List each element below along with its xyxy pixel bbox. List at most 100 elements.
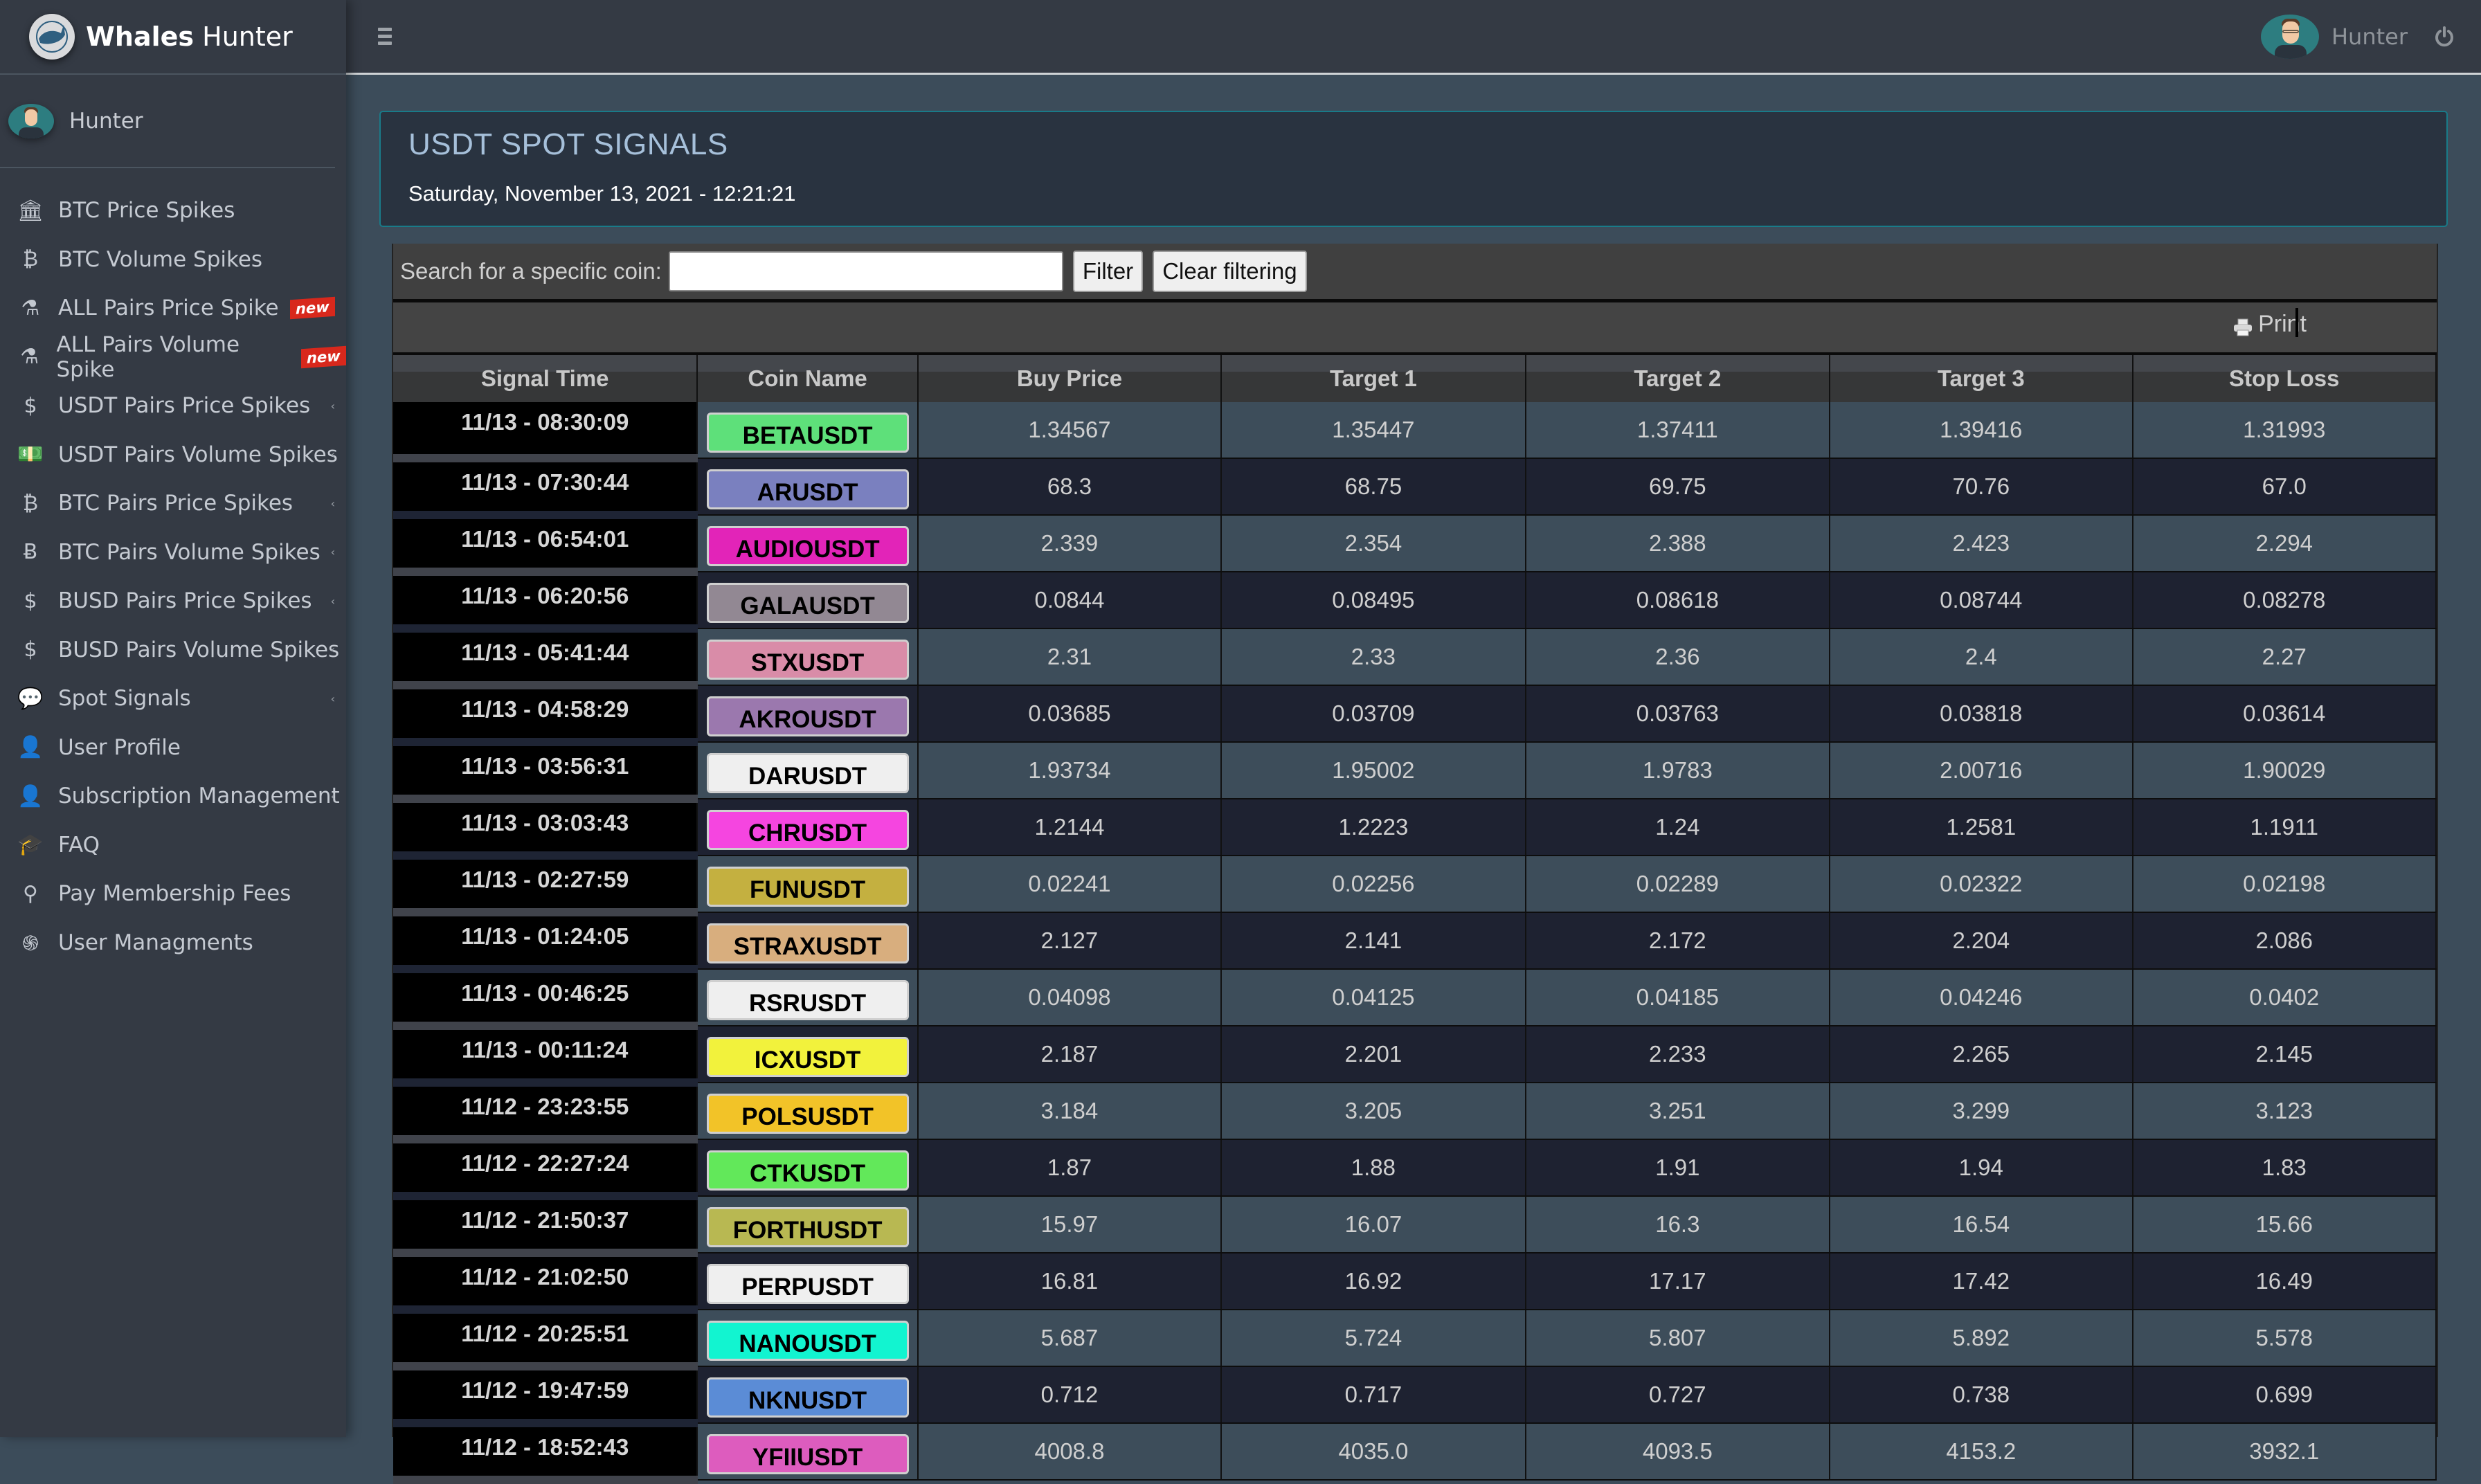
buy-price: 2.187	[917, 1026, 1223, 1083]
sidebar-item-btc-pairs-volume-spikes[interactable]: Ƀ BTC Pairs Volume Spikes ‹	[0, 528, 346, 577]
user-menu[interactable]: Hunter	[2260, 14, 2455, 60]
buy-price: 1.93734	[917, 742, 1223, 799]
sidebar-item-label: FAQ	[58, 832, 100, 858]
coin-badge[interactable]: CTKUSDT	[706, 1150, 909, 1191]
coin-badge[interactable]: RSRUSDT	[706, 980, 909, 1020]
sidebar-item-btc-pairs-price-spikes[interactable]: ₿ BTC Pairs Price Spikes ‹	[0, 479, 346, 528]
sidebar-item-pay-membership-fees[interactable]: ⚲ Pay Membership Fees	[0, 869, 346, 919]
sidebar-item-label: BTC Price Spikes	[58, 198, 235, 224]
table-row: 11/12 - 18:52:43 YFIIUSDT 4008.8 4035.0 4093…	[393, 1423, 2437, 1484]
banknote-icon: 💵	[17, 442, 44, 467]
target-3: 0.738	[1830, 1366, 2133, 1424]
sidebar-item-all-pairs-volume-spike[interactable]: ⚗ ALL Pairs Volume Spike new	[0, 332, 346, 382]
sidebar-item-busd-pairs-price-spikes[interactable]: $ BUSD Pairs Price Spikes ‹	[0, 577, 346, 626]
buy-price: 0.04098	[917, 969, 1223, 1026]
stop-loss: 3.123	[2132, 1083, 2437, 1140]
bitcoin-icon: Ƀ	[23, 540, 38, 565]
coin-badge[interactable]: ARUSDT	[706, 469, 909, 509]
signal-time: 11/13 - 00:46:25	[393, 969, 698, 1030]
stop-loss: 67.0	[2132, 458, 2437, 516]
target-1: 1.2223	[1221, 799, 1526, 856]
stop-loss: 0.08278	[2132, 572, 2437, 629]
column-header-target-2[interactable]: Target 2	[1525, 355, 1831, 402]
column-header-coin-name[interactable]: Coin Name	[697, 355, 919, 402]
stop-loss: 0.03614	[2132, 685, 2437, 743]
table-row: 11/13 - 02:27:59 FUNUSDT 0.02241 0.02256 0.0…	[393, 856, 2437, 916]
sidebar-item-faq[interactable]: 🎓 FAQ	[0, 821, 346, 870]
target-3: 16.54	[1830, 1196, 2133, 1254]
filter-button[interactable]: Filter	[1072, 251, 1144, 292]
column-header-target-1[interactable]: Target 1	[1221, 355, 1526, 402]
sidebar-item-user-profile[interactable]: 👤 User Profile	[0, 723, 346, 772]
stop-loss: 15.66	[2132, 1196, 2437, 1254]
printer-icon	[2233, 316, 2253, 336]
sidebar-item-busd-pairs-volume-spikes[interactable]: $ BUSD Pairs Volume Spikes ‹	[0, 626, 346, 675]
stop-loss: 16.49	[2132, 1253, 2437, 1310]
target-2: 4093.5	[1525, 1423, 1831, 1481]
coin-badge[interactable]: NKNUSDT	[706, 1377, 909, 1418]
angle-left-icon: ‹	[330, 545, 335, 559]
coin-badge[interactable]: GALAUSDT	[706, 583, 909, 623]
table-row: 11/12 - 22:27:24 CTKUSDT 1.87 1.88 1.91 1.94 1…	[393, 1139, 2437, 1200]
target-3: 3.299	[1830, 1083, 2133, 1140]
signal-time: 11/13 - 03:03:43	[393, 799, 698, 860]
target-3: 0.08744	[1830, 572, 2133, 629]
coin-badge[interactable]: POLSUSDT	[706, 1094, 909, 1134]
coin-cell: RSRUSDT	[697, 969, 919, 1026]
coin-badge[interactable]: DARUSDT	[706, 753, 909, 793]
coin-cell: CHRUSDT	[697, 799, 919, 856]
brand[interactable]: Whales Hunter	[0, 0, 346, 75]
column-header-stop-loss[interactable]: Stop Loss	[2132, 355, 2437, 402]
dollar-icon: $	[24, 588, 37, 613]
coin-badge[interactable]: YFIIUSDT	[706, 1434, 909, 1474]
coin-cell: GALAUSDT	[697, 572, 919, 629]
coin-search-input[interactable]	[668, 251, 1063, 291]
menu-toggle-icon[interactable]	[378, 28, 392, 48]
sidebar-item-all-pairs-price-spike[interactable]: ⚗ ALL Pairs Price Spike new	[0, 284, 346, 333]
page-date: Saturday, November 13, 2021 - 12:21:21	[408, 181, 796, 206]
coin-badge[interactable]: STXUSDT	[706, 640, 909, 680]
coin-badge[interactable]: BETAUSDT	[706, 413, 909, 453]
sidebar-item-spot-signals[interactable]: 💬 Spot Signals ‹	[0, 674, 346, 723]
power-icon[interactable]	[2434, 26, 2455, 47]
table-row: 11/12 - 23:23:55 POLSUSDT 3.184 3.205 3.251 3…	[393, 1083, 2437, 1143]
coin-badge[interactable]: NANOUSDT	[706, 1321, 909, 1361]
stop-loss: 1.1911	[2132, 799, 2437, 856]
sidebar-item-btc-volume-spikes[interactable]: ₿ BTC Volume Spikes	[0, 235, 346, 284]
clear-filtering-button[interactable]: Clear filtering	[1153, 251, 1307, 292]
column-header-target-3[interactable]: Target 3	[1830, 355, 2133, 402]
print-bar: Print	[393, 302, 2437, 355]
sidebar-item-usdt-pairs-volume-spikes[interactable]: 💵 USDT Pairs Volume Spikes ‹	[0, 431, 346, 480]
target-2: 2.388	[1525, 515, 1831, 572]
table-row: 11/12 - 20:25:51 NANOUSDT 5.687 5.724 5.807 5…	[393, 1310, 2437, 1370]
coin-badge[interactable]: CHRUSDT	[706, 810, 909, 850]
signal-time: 11/13 - 06:20:56	[393, 572, 698, 633]
stop-loss: 0.0402	[2132, 969, 2437, 1026]
target-2: 3.251	[1525, 1083, 1831, 1140]
buy-price: 1.87	[917, 1139, 1223, 1197]
coin-badge[interactable]: FUNUSDT	[706, 867, 909, 907]
column-header-buy-price[interactable]: Buy Price	[917, 355, 1223, 402]
column-header-signal-time[interactable]: Signal Time	[393, 355, 698, 402]
coin-badge[interactable]: STRAXUSDT	[706, 923, 909, 963]
target-2: 1.9783	[1525, 742, 1831, 799]
buy-price: 0.712	[917, 1366, 1223, 1424]
coin-badge[interactable]: AKROUSDT	[706, 696, 909, 736]
sidebar-item-usdt-pairs-price-spikes[interactable]: $ USDT Pairs Price Spikes ‹	[0, 381, 346, 431]
signal-time: 11/12 - 21:50:37	[393, 1196, 698, 1257]
coin-badge[interactable]: PERPUSDT	[706, 1264, 909, 1304]
table-row: 11/13 - 05:41:44 STXUSDT 2.31 2.33 2.36 2.4 2.…	[393, 628, 2437, 689]
sidebar-item-btc-price-spikes[interactable]: 🏛 BTC Price Spikes	[0, 186, 346, 235]
coin-badge[interactable]: AUDIOUSDT	[706, 526, 909, 566]
target-1: 16.07	[1221, 1196, 1526, 1254]
sidebar-item-subscription-management[interactable]: 👤 Subscription Management ‹	[0, 772, 346, 821]
sidebar-item-label: BTC Pairs Volume Spikes	[58, 539, 321, 565]
coin-badge[interactable]: FORTHUSDT	[706, 1207, 909, 1247]
angle-left-icon: ‹	[330, 448, 335, 462]
brand-name-light: Hunter	[202, 21, 293, 52]
coin-badge[interactable]: ICXUSDT	[706, 1037, 909, 1077]
sidebar-user-panel[interactable]: Hunter	[0, 75, 335, 168]
sidebar-item-user-managments[interactable]: ֍ User Managments	[0, 919, 346, 968]
target-2: 2.233	[1525, 1026, 1831, 1083]
target-3: 2.4	[1830, 628, 2133, 686]
